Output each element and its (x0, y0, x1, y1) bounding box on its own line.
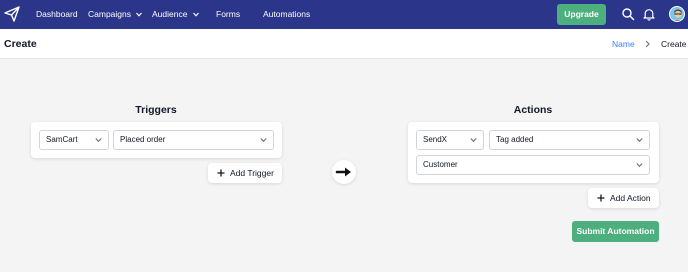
avatar[interactable] (669, 6, 685, 22)
submit-automation-button[interactable]: Submit Automation (572, 221, 659, 242)
paper-plane-logo-icon[interactable] (4, 6, 20, 22)
page-title: Create (4, 38, 37, 50)
action-event-value: Tag added (496, 135, 534, 144)
chevron-down-icon (260, 138, 267, 143)
chevron-down-icon (95, 138, 102, 143)
nav-dashboard[interactable]: Dashboard (36, 0, 78, 29)
add-action-label: Add Action (610, 193, 651, 203)
trigger-app-select[interactable]: SamCart (39, 130, 109, 150)
nav-forms[interactable]: Forms (216, 0, 240, 29)
breadcrumb-current: Create (661, 39, 687, 49)
action-target-value: Customer (423, 160, 458, 169)
flow-arrow (332, 160, 356, 184)
nav-campaigns[interactable]: Campaigns (88, 0, 143, 29)
action-app-value: SendX (423, 135, 448, 144)
action-event-select[interactable]: Tag added (489, 130, 650, 150)
chevron-down-icon (470, 138, 477, 143)
action-app-select[interactable]: SendX (416, 130, 484, 150)
trigger-event-select[interactable]: Placed order (113, 130, 274, 150)
nav-audience-label: Audience (152, 9, 188, 19)
chevron-right-icon (645, 40, 650, 48)
nav-audience[interactable]: Audience (152, 0, 199, 29)
chevron-down-icon (636, 138, 643, 143)
add-action-button[interactable]: Add Action (588, 188, 659, 208)
upgrade-button[interactable]: Upgrade (557, 4, 606, 25)
nav-automations-label: Automations (263, 9, 311, 19)
plus-icon (597, 194, 605, 202)
action-target-select[interactable]: Customer (416, 155, 650, 175)
actions-title: Actions (513, 104, 553, 116)
arrow-right-icon (335, 167, 351, 177)
user-avatar-icon (674, 9, 682, 21)
trigger-app-value: SamCart (46, 135, 78, 144)
nav-automations[interactable]: Automations (263, 0, 310, 29)
nav-campaigns-label: Campaigns (88, 9, 131, 19)
nav-forms-label: Forms (216, 9, 241, 19)
triggers-title: Triggers (135, 104, 177, 116)
search-icon[interactable] (621, 7, 635, 21)
page-header: Create Name Create (0, 29, 688, 59)
top-navbar: Dashboard Campaigns Audience Forms Autom… (0, 0, 688, 29)
bell-icon[interactable] (642, 7, 656, 21)
chevron-down-icon (636, 163, 643, 168)
add-trigger-label: Add Trigger (230, 168, 274, 178)
plus-icon (217, 169, 225, 177)
trigger-event-value: Placed order (120, 135, 166, 144)
trigger-card: SamCart Placed order (31, 122, 282, 158)
chevron-down-icon (136, 12, 143, 17)
action-card: SendX Tag added Customer (408, 122, 659, 183)
breadcrumb-name-link[interactable]: Name (612, 29, 635, 59)
add-trigger-button[interactable]: Add Trigger (208, 163, 282, 183)
nav-dashboard-label: Dashboard (36, 9, 78, 19)
chevron-down-icon (192, 12, 199, 17)
